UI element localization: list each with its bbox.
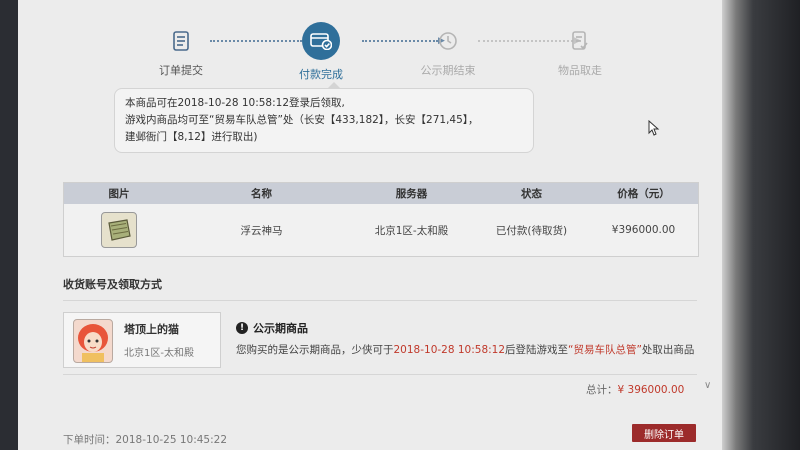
order-detail-screen: 订单提交 ▶ 付款完成 ▶ 公示期结束 bbox=[18, 0, 722, 450]
header-name: 名称 bbox=[251, 188, 272, 200]
card-check-icon bbox=[302, 22, 340, 60]
header-image: 图片 bbox=[108, 188, 130, 200]
step-label: 付款完成 bbox=[299, 68, 343, 81]
document-check-icon bbox=[565, 26, 595, 56]
account-card[interactable]: 塔顶上的猫 北京1区-太和殿 bbox=[63, 312, 221, 368]
info-icon: ! bbox=[236, 322, 248, 334]
item-status: 已付款(待取货) bbox=[495, 224, 568, 237]
header-price: 价格（元） bbox=[617, 188, 670, 200]
account-name: 塔顶上的猫 bbox=[124, 323, 179, 336]
pickup-time: 2018-10-28 10:58:12 bbox=[393, 344, 506, 356]
item-name: 浮云神马 bbox=[240, 224, 283, 237]
order-items-table: 图片 名称 服务器 状态 价格（元） 浮云神马 北京1区-太和殿 已付款(待取货… bbox=[63, 182, 699, 257]
notice-text: 您购买的是公示期商品，少侠可于2018-10-28 10:58:12后登陆游戏至… bbox=[236, 344, 695, 356]
order-time: 下单时间：2018-10-25 10:45:22 bbox=[63, 434, 228, 446]
pickup-tooltip: 本商品可在2018-10-28 10:58:12登录后领取, 游戏内商品均可至“… bbox=[114, 82, 534, 153]
tooltip-line: 游戏内商品均可至“贸易车队总管”处（长安【433,182】，长安【271,45】… bbox=[125, 114, 479, 126]
total-label: 总计： bbox=[586, 384, 618, 396]
avatar bbox=[73, 319, 113, 363]
notice-title: 公示期商品 bbox=[253, 322, 308, 335]
total-amount: ¥ 396000.00 bbox=[617, 384, 685, 396]
section-title: 收货账号及领取方式 bbox=[63, 278, 162, 291]
delete-order-button[interactable]: 删除订单 bbox=[632, 424, 696, 442]
item-thumbnail[interactable] bbox=[101, 212, 137, 248]
item-price: ¥396000.00 bbox=[611, 224, 676, 236]
order-total: 总计：¥ 396000.00 bbox=[586, 382, 684, 397]
account-server: 北京1区-太和殿 bbox=[124, 348, 194, 359]
header-status: 状态 bbox=[521, 188, 542, 200]
step-item-taken: 物品取走 bbox=[520, 20, 640, 78]
step-label: 物品取走 bbox=[558, 64, 602, 77]
tooltip-line: 建邺衙门【8,12】进行取出) bbox=[125, 131, 258, 143]
chevron-down-icon[interactable]: ∨ bbox=[704, 380, 711, 391]
table-header: 图片 名称 服务器 状态 价格（元） bbox=[64, 183, 698, 204]
step-label: 订单提交 bbox=[159, 64, 203, 77]
divider bbox=[63, 374, 697, 375]
publicity-notice: ! 公示期商品 您购买的是公示期商品，少侠可于2018-10-28 10:58:… bbox=[236, 320, 706, 357]
header-server: 服务器 bbox=[395, 188, 428, 200]
item-server: 北京1区-太和殿 bbox=[374, 224, 449, 237]
tooltip-line: 本商品可在2018-10-28 10:58:12登录后领取, bbox=[125, 97, 345, 109]
npc-name: “贸易车队总管” bbox=[568, 344, 642, 356]
table-row[interactable]: 浮云神马 北京1区-太和殿 已付款(待取货) ¥396000.00 bbox=[64, 204, 698, 256]
divider bbox=[63, 300, 697, 301]
step-order-submitted: 订单提交 bbox=[121, 20, 241, 78]
monitor-bezel bbox=[722, 0, 800, 450]
step-publicity-end: 公示期结束 bbox=[388, 20, 508, 78]
clock-icon bbox=[433, 26, 463, 56]
step-label: 公示期结束 bbox=[420, 64, 476, 77]
document-list-icon bbox=[166, 26, 196, 56]
mouse-cursor-icon bbox=[648, 119, 660, 140]
order-progress: 订单提交 ▶ 付款完成 ▶ 公示期结束 bbox=[18, 20, 722, 82]
step-payment-complete: 付款完成 bbox=[261, 20, 381, 82]
scroll-icon bbox=[108, 219, 131, 241]
